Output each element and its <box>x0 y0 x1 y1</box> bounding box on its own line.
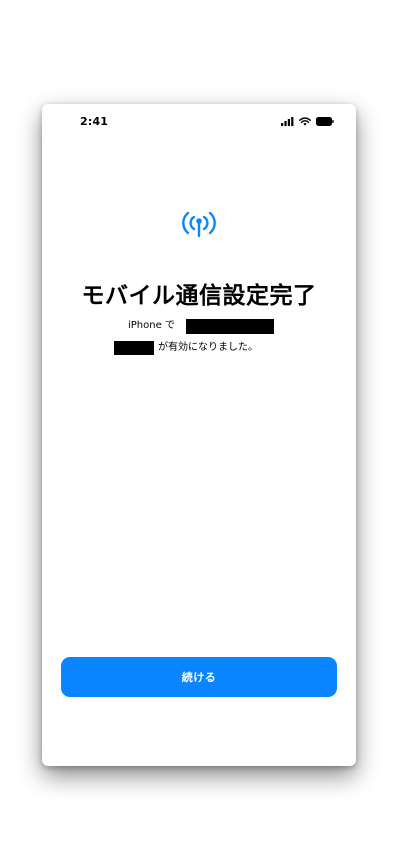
continue-button-label: 続ける <box>181 671 217 684</box>
cellular-signal-icon <box>281 116 294 126</box>
redacted-plan-block <box>114 341 154 355</box>
redacted-carrier-block <box>186 319 274 334</box>
description-line-2-text: が有効になりました。 <box>158 342 258 353</box>
status-icons <box>281 116 334 126</box>
antenna-signal-icon <box>182 211 216 238</box>
description-line-1: iPhone で <box>128 320 175 331</box>
status-bar: 2:41 <box>42 104 356 138</box>
wifi-icon <box>299 116 311 126</box>
status-time: 2:41 <box>80 115 109 128</box>
page-title: モバイル通信設定完了 <box>81 283 317 309</box>
continue-button[interactable]: 続ける <box>61 657 337 697</box>
battery-icon <box>316 116 334 126</box>
phone-screen: 2:41 モバイル通信設定完了 iPhone で が有効になりました。 続ける <box>42 104 356 766</box>
